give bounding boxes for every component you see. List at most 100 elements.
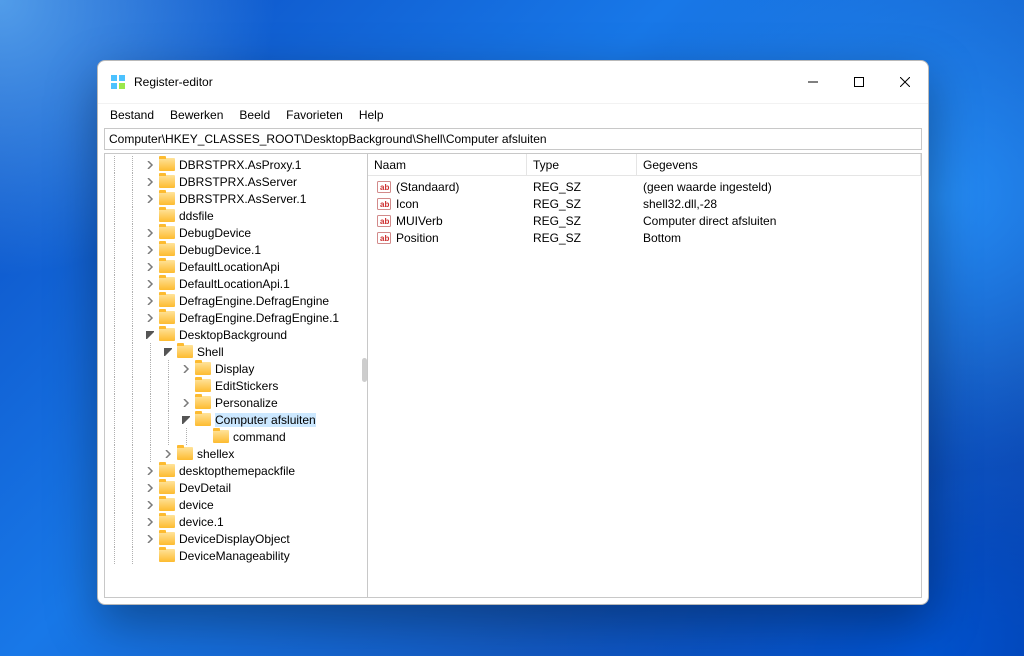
chevron-down-icon[interactable] bbox=[143, 328, 157, 342]
tree-item-label: shellex bbox=[197, 447, 234, 461]
value-type: REG_SZ bbox=[527, 231, 637, 245]
chevron-right-icon[interactable] bbox=[143, 294, 157, 308]
tree-item[interactable]: device bbox=[105, 496, 367, 513]
folder-icon bbox=[195, 362, 211, 375]
titlebar[interactable]: Register-editor bbox=[98, 61, 928, 103]
menubar: Bestand Bewerken Beeld Favorieten Help bbox=[98, 103, 928, 125]
tree-item[interactable]: Computer afsluiten bbox=[105, 411, 367, 428]
maximize-button[interactable] bbox=[836, 61, 882, 103]
expander-empty bbox=[179, 379, 193, 393]
tree-pane[interactable]: DBRSTPRX.AsProxy.1 DBRSTPRX.AsServerDBRST… bbox=[105, 154, 368, 597]
chevron-right-icon[interactable] bbox=[143, 498, 157, 512]
menu-help[interactable]: Help bbox=[351, 106, 392, 124]
values-header[interactable]: Naam Type Gegevens bbox=[368, 154, 921, 176]
folder-icon bbox=[159, 260, 175, 273]
col-header-type[interactable]: Type bbox=[527, 154, 637, 175]
menu-bewerken[interactable]: Bewerken bbox=[162, 106, 231, 124]
chevron-right-icon[interactable] bbox=[143, 311, 157, 325]
chevron-right-icon[interactable] bbox=[143, 464, 157, 478]
tree-item-label: device.1 bbox=[179, 515, 224, 529]
expander-empty bbox=[143, 549, 157, 563]
value-type: REG_SZ bbox=[527, 214, 637, 228]
folder-icon bbox=[195, 379, 211, 392]
tree-item-label: DefragEngine.DefragEngine.1 bbox=[179, 311, 339, 325]
value-row[interactable]: ab(Standaard)REG_SZ(geen waarde ingestel… bbox=[368, 178, 921, 195]
tree-item-label: Computer afsluiten bbox=[215, 413, 316, 427]
svg-text:ab: ab bbox=[380, 234, 389, 243]
tree-item[interactable]: DeviceDisplayObject bbox=[105, 530, 367, 547]
tree-item[interactable]: Personalize bbox=[105, 394, 367, 411]
tree-item[interactable]: DevDetail bbox=[105, 479, 367, 496]
tree-item-label: DevDetail bbox=[179, 481, 231, 495]
tree-item[interactable]: DeviceManageability bbox=[105, 547, 367, 564]
tree-item[interactable]: DefaultLocationApi.1 bbox=[105, 275, 367, 292]
tree-item[interactable]: DBRSTPRX.AsServer bbox=[105, 173, 367, 190]
tree-item[interactable]: shellex bbox=[105, 445, 367, 462]
tree-item[interactable]: device.1 bbox=[105, 513, 367, 530]
tree-item[interactable]: Shell bbox=[105, 343, 367, 360]
close-button[interactable] bbox=[882, 61, 928, 103]
chevron-right-icon[interactable] bbox=[143, 481, 157, 495]
chevron-right-icon[interactable] bbox=[179, 396, 193, 410]
tree-item-label: ddsfile bbox=[179, 209, 214, 223]
menu-bestand[interactable]: Bestand bbox=[102, 106, 162, 124]
menu-beeld[interactable]: Beeld bbox=[231, 106, 278, 124]
svg-text:ab: ab bbox=[380, 217, 389, 226]
chevron-right-icon[interactable] bbox=[143, 515, 157, 529]
tree-item-label: device bbox=[179, 498, 214, 512]
string-value-icon: ab bbox=[376, 213, 392, 229]
value-row[interactable]: abPositionREG_SZBottom bbox=[368, 229, 921, 246]
chevron-right-icon[interactable] bbox=[143, 532, 157, 546]
chevron-right-icon[interactable] bbox=[143, 277, 157, 291]
tree-item[interactable]: desktopthemepackfile bbox=[105, 462, 367, 479]
address-bar[interactable]: Computer\HKEY_CLASSES_ROOT\DesktopBackgr… bbox=[104, 128, 922, 150]
col-header-name[interactable]: Naam bbox=[368, 154, 527, 175]
tree-item-label: DBRSTPRX.AsServer bbox=[179, 175, 297, 189]
tree-item[interactable]: DefragEngine.DefragEngine bbox=[105, 292, 367, 309]
tree-item-label: Personalize bbox=[215, 396, 278, 410]
pane-splitter[interactable] bbox=[364, 154, 368, 597]
tree-item[interactable]: DBRSTPRX.AsProxy.1 bbox=[105, 156, 367, 173]
tree-item[interactable]: DebugDevice.1 bbox=[105, 241, 367, 258]
registry-editor-window: Register-editor Bestand Bewerken Beeld F… bbox=[97, 60, 929, 605]
tree-item[interactable]: DefragEngine.DefragEngine.1 bbox=[105, 309, 367, 326]
svg-text:ab: ab bbox=[380, 183, 389, 192]
value-name: Icon bbox=[396, 197, 419, 211]
values-pane[interactable]: Naam Type Gegevens ab(Standaard)REG_SZ(g… bbox=[368, 154, 921, 597]
tree-item[interactable]: DebugDevice bbox=[105, 224, 367, 241]
value-row[interactable]: abMUIVerbREG_SZComputer direct afsluiten bbox=[368, 212, 921, 229]
chevron-right-icon[interactable] bbox=[143, 260, 157, 274]
menu-favorieten[interactable]: Favorieten bbox=[278, 106, 351, 124]
tree-item[interactable]: DefaultLocationApi bbox=[105, 258, 367, 275]
tree-item-label: DesktopBackground bbox=[179, 328, 287, 342]
tree-item[interactable]: EditStickers bbox=[105, 377, 367, 394]
chevron-right-icon[interactable] bbox=[143, 243, 157, 257]
folder-icon bbox=[177, 345, 193, 358]
chevron-right-icon[interactable] bbox=[143, 158, 157, 172]
folder-icon bbox=[159, 226, 175, 239]
folder-icon bbox=[177, 447, 193, 460]
chevron-right-icon[interactable] bbox=[143, 226, 157, 240]
tree-item[interactable]: DesktopBackground bbox=[105, 326, 367, 343]
folder-icon bbox=[159, 328, 175, 341]
folder-icon bbox=[159, 498, 175, 511]
tree-item[interactable]: ddsfile bbox=[105, 207, 367, 224]
folder-icon bbox=[195, 396, 211, 409]
folder-icon bbox=[159, 209, 175, 222]
chevron-right-icon[interactable] bbox=[161, 447, 175, 461]
col-header-data[interactable]: Gegevens bbox=[637, 154, 921, 175]
chevron-down-icon[interactable] bbox=[179, 413, 193, 427]
minimize-button[interactable] bbox=[790, 61, 836, 103]
tree-item-label: command bbox=[233, 430, 286, 444]
expander-empty bbox=[197, 430, 211, 444]
chevron-right-icon[interactable] bbox=[179, 362, 193, 376]
chevron-right-icon[interactable] bbox=[143, 175, 157, 189]
chevron-down-icon[interactable] bbox=[161, 345, 175, 359]
tree-item-label: desktopthemepackfile bbox=[179, 464, 295, 478]
tree-item[interactable]: Display bbox=[105, 360, 367, 377]
value-row[interactable]: abIconREG_SZshell32.dll,-28 bbox=[368, 195, 921, 212]
chevron-right-icon[interactable] bbox=[143, 192, 157, 206]
folder-icon bbox=[159, 311, 175, 324]
tree-item[interactable]: command bbox=[105, 428, 367, 445]
tree-item[interactable]: DBRSTPRX.AsServer.1 bbox=[105, 190, 367, 207]
